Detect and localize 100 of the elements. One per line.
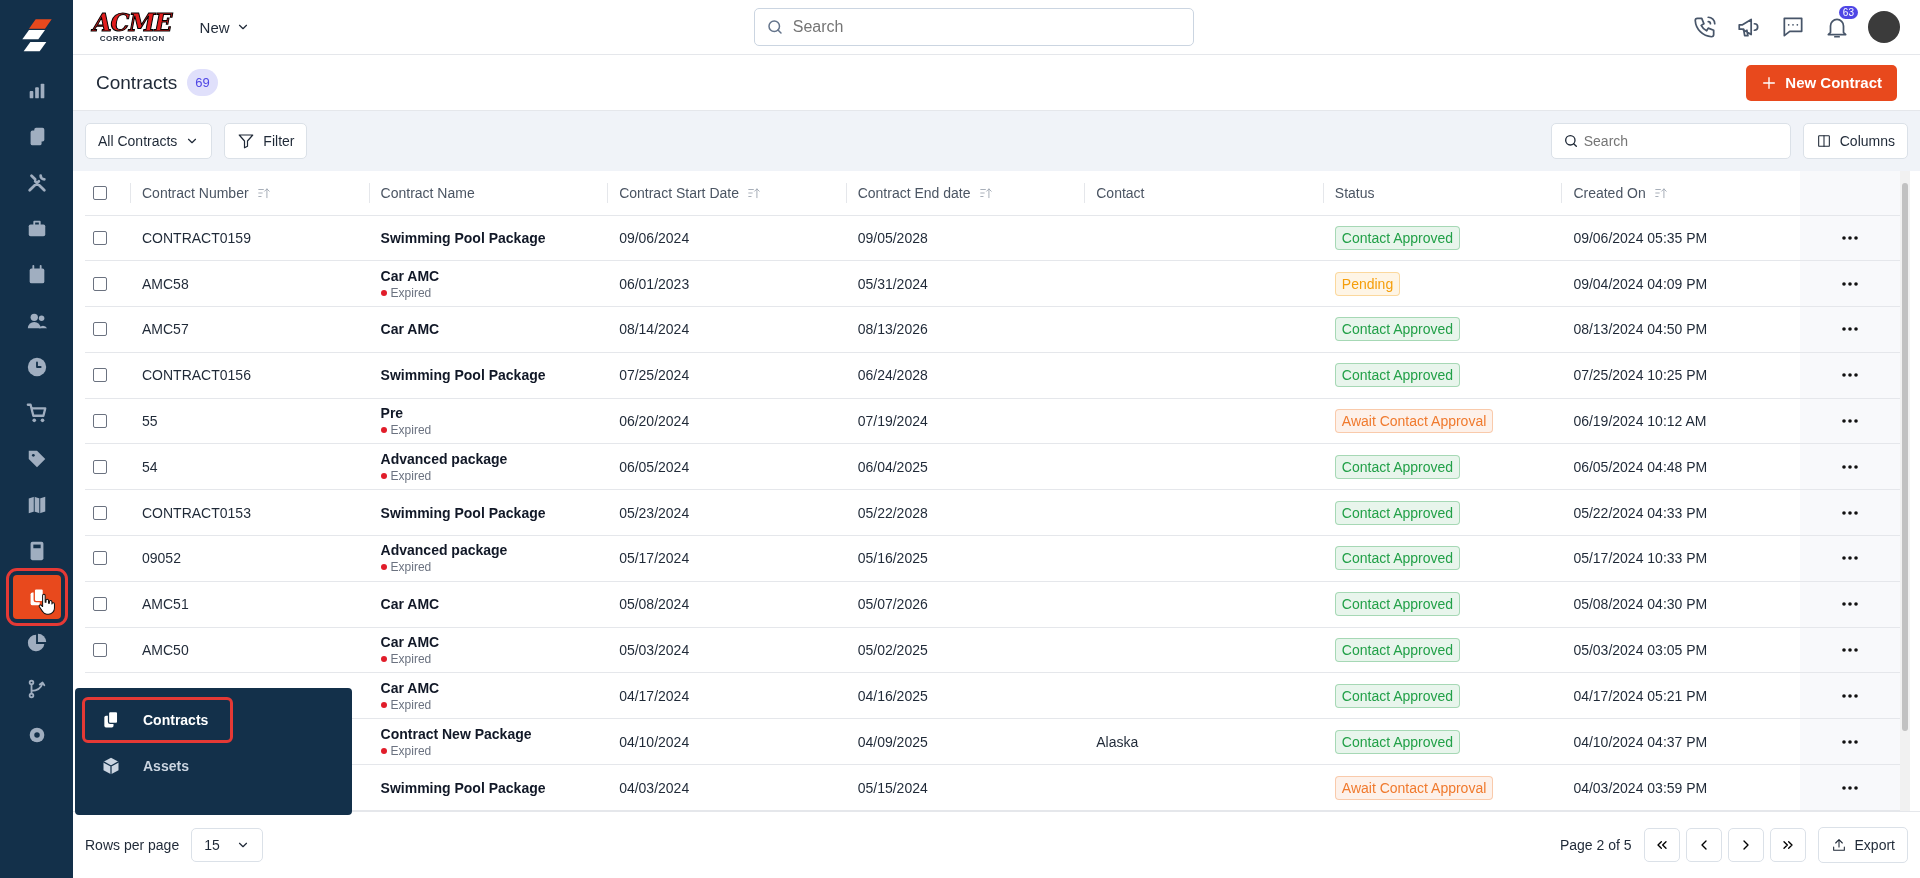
status-tag: Contact Approved <box>1334 683 1461 708</box>
more-icon[interactable] <box>1841 463 1859 470</box>
table-cell: 06/19/2024 10:12 AM <box>1573 413 1707 430</box>
table-cell: CONTRACT0156 <box>142 367 251 384</box>
menu-item[interactable]: Contracts <box>85 700 230 740</box>
more-icon[interactable] <box>1841 784 1859 791</box>
avatar[interactable] <box>1868 11 1900 43</box>
more-icon[interactable] <box>1841 326 1859 333</box>
export-button[interactable]: Export <box>1817 827 1908 863</box>
table-cell: 05/22/2028 <box>857 504 928 521</box>
row-checkbox[interactable] <box>93 505 107 520</box>
column-header[interactable]: Status <box>1334 184 1375 201</box>
dot-icon <box>380 656 387 663</box>
table-cell: 09/04/2024 04:09 PM <box>1573 275 1708 292</box>
clock-icon <box>25 356 48 378</box>
view-select[interactable]: All Contracts <box>85 123 213 159</box>
contract-name: Car AMC <box>380 267 441 284</box>
contract-name: Swimming Pool Package <box>380 367 547 384</box>
filter-button[interactable]: Filter <box>224 123 308 159</box>
table-cell: 55 <box>142 413 158 430</box>
rows-per-page-select[interactable]: 15 <box>191 828 263 862</box>
more-icon[interactable] <box>1841 692 1859 699</box>
sort-icon <box>256 185 271 200</box>
new-contract-button[interactable]: New Contract <box>1746 64 1897 101</box>
dot-icon <box>380 747 387 754</box>
table-cell: 04/10/2024 <box>619 733 690 750</box>
more-icon[interactable] <box>1841 234 1859 241</box>
table-cell: 04/03/2024 03:59 PM <box>1573 779 1708 796</box>
plus-icon <box>1761 74 1778 91</box>
more-icon[interactable] <box>1841 555 1859 562</box>
company-logo: ACME CORPORATION <box>93 11 172 43</box>
page-title: Contracts <box>96 71 178 94</box>
columns-button[interactable]: Columns <box>1802 123 1908 159</box>
status-tag: Await Contact Approval <box>1334 775 1494 800</box>
column-header[interactable]: Contract End date <box>857 184 971 201</box>
table-cell: 04/03/2024 <box>619 779 690 796</box>
row-checkbox[interactable] <box>93 230 107 245</box>
dot-icon <box>380 472 387 479</box>
search-field[interactable]: Search <box>753 8 1194 46</box>
table-cell: 06/01/2023 <box>619 275 690 292</box>
more-icon[interactable] <box>1841 509 1859 516</box>
more-icon[interactable] <box>1841 372 1859 379</box>
row-checkbox[interactable] <box>93 414 107 429</box>
table-cell: 54 <box>142 458 158 475</box>
row-checkbox[interactable] <box>93 597 107 612</box>
table-cell: AMC57 <box>142 321 189 338</box>
row-checkbox[interactable] <box>93 551 107 566</box>
page-info: Page 2 of 5 <box>1559 837 1632 853</box>
column-header[interactable]: Contract Name <box>380 184 475 201</box>
row-checkbox[interactable] <box>93 459 107 474</box>
expired-label: Expired <box>390 697 432 712</box>
menu-item[interactable]: Assets <box>85 746 230 786</box>
select-all-checkbox[interactable] <box>93 185 107 200</box>
contract-name: Swimming Pool Package <box>380 229 547 246</box>
expired-label: Expired <box>390 652 432 667</box>
table-cell: 07/25/2024 10:25 PM <box>1573 367 1708 384</box>
table-cell: 05/03/2024 <box>619 642 690 659</box>
search-field[interactable]: Search <box>1550 123 1791 159</box>
status-tag: Contact Approved <box>1334 225 1461 250</box>
more-icon[interactable] <box>1841 738 1859 745</box>
columns-icon <box>1815 133 1832 149</box>
status-tag: Contact Approved <box>1334 546 1461 571</box>
more-icon[interactable] <box>1841 280 1859 287</box>
column-header[interactable]: Contract Start Date <box>619 184 739 201</box>
more-icon[interactable] <box>1841 601 1859 608</box>
table-cell: AMC58 <box>142 275 189 292</box>
table-cell: 05/17/2024 10:33 PM <box>1573 550 1708 567</box>
column-header[interactable]: Contact <box>1096 184 1145 201</box>
row-checkbox[interactable] <box>93 643 107 658</box>
table-cell: 07/25/2024 <box>619 367 690 384</box>
new-menu[interactable]: New <box>193 17 256 37</box>
chat-icon[interactable] <box>1780 14 1806 40</box>
table-cell: 06/04/2025 <box>857 458 928 475</box>
expired-label: Expired <box>390 423 432 438</box>
table-cell: 05/08/2024 04:30 PM <box>1573 596 1708 613</box>
sort-icon <box>1653 185 1668 200</box>
table-cell: 06/05/2024 04:48 PM <box>1573 458 1708 475</box>
phone-icon[interactable] <box>1692 14 1718 40</box>
expired-label: Expired <box>390 743 432 758</box>
status-tag: Contact Approved <box>1334 317 1461 342</box>
contract-name: Car AMC <box>380 596 441 613</box>
row-checkbox[interactable] <box>93 368 107 383</box>
column-header[interactable]: Contract Number <box>142 184 249 201</box>
row-checkbox[interactable] <box>93 322 107 337</box>
table-cell: 04/09/2025 <box>857 733 928 750</box>
dot-icon <box>380 564 387 571</box>
table-cell: 06/24/2028 <box>857 367 928 384</box>
contract-name: Car AMC <box>380 679 441 696</box>
table-cell: 05/31/2024 <box>857 275 928 292</box>
row-checkbox[interactable] <box>93 276 107 291</box>
contract-name: Contract New Package <box>380 725 533 742</box>
more-icon[interactable] <box>1841 647 1859 654</box>
table-cell: 04/17/2024 05:21 PM <box>1573 687 1708 704</box>
column-header[interactable]: Created On <box>1573 184 1646 201</box>
contract-name: Car AMC <box>380 634 441 651</box>
table-cell: AMC50 <box>142 642 189 659</box>
notification-count: 63 <box>1838 6 1858 19</box>
more-icon[interactable] <box>1841 418 1859 425</box>
pie-chart-icon <box>25 632 48 654</box>
table-cell: AMC51 <box>142 596 189 613</box>
